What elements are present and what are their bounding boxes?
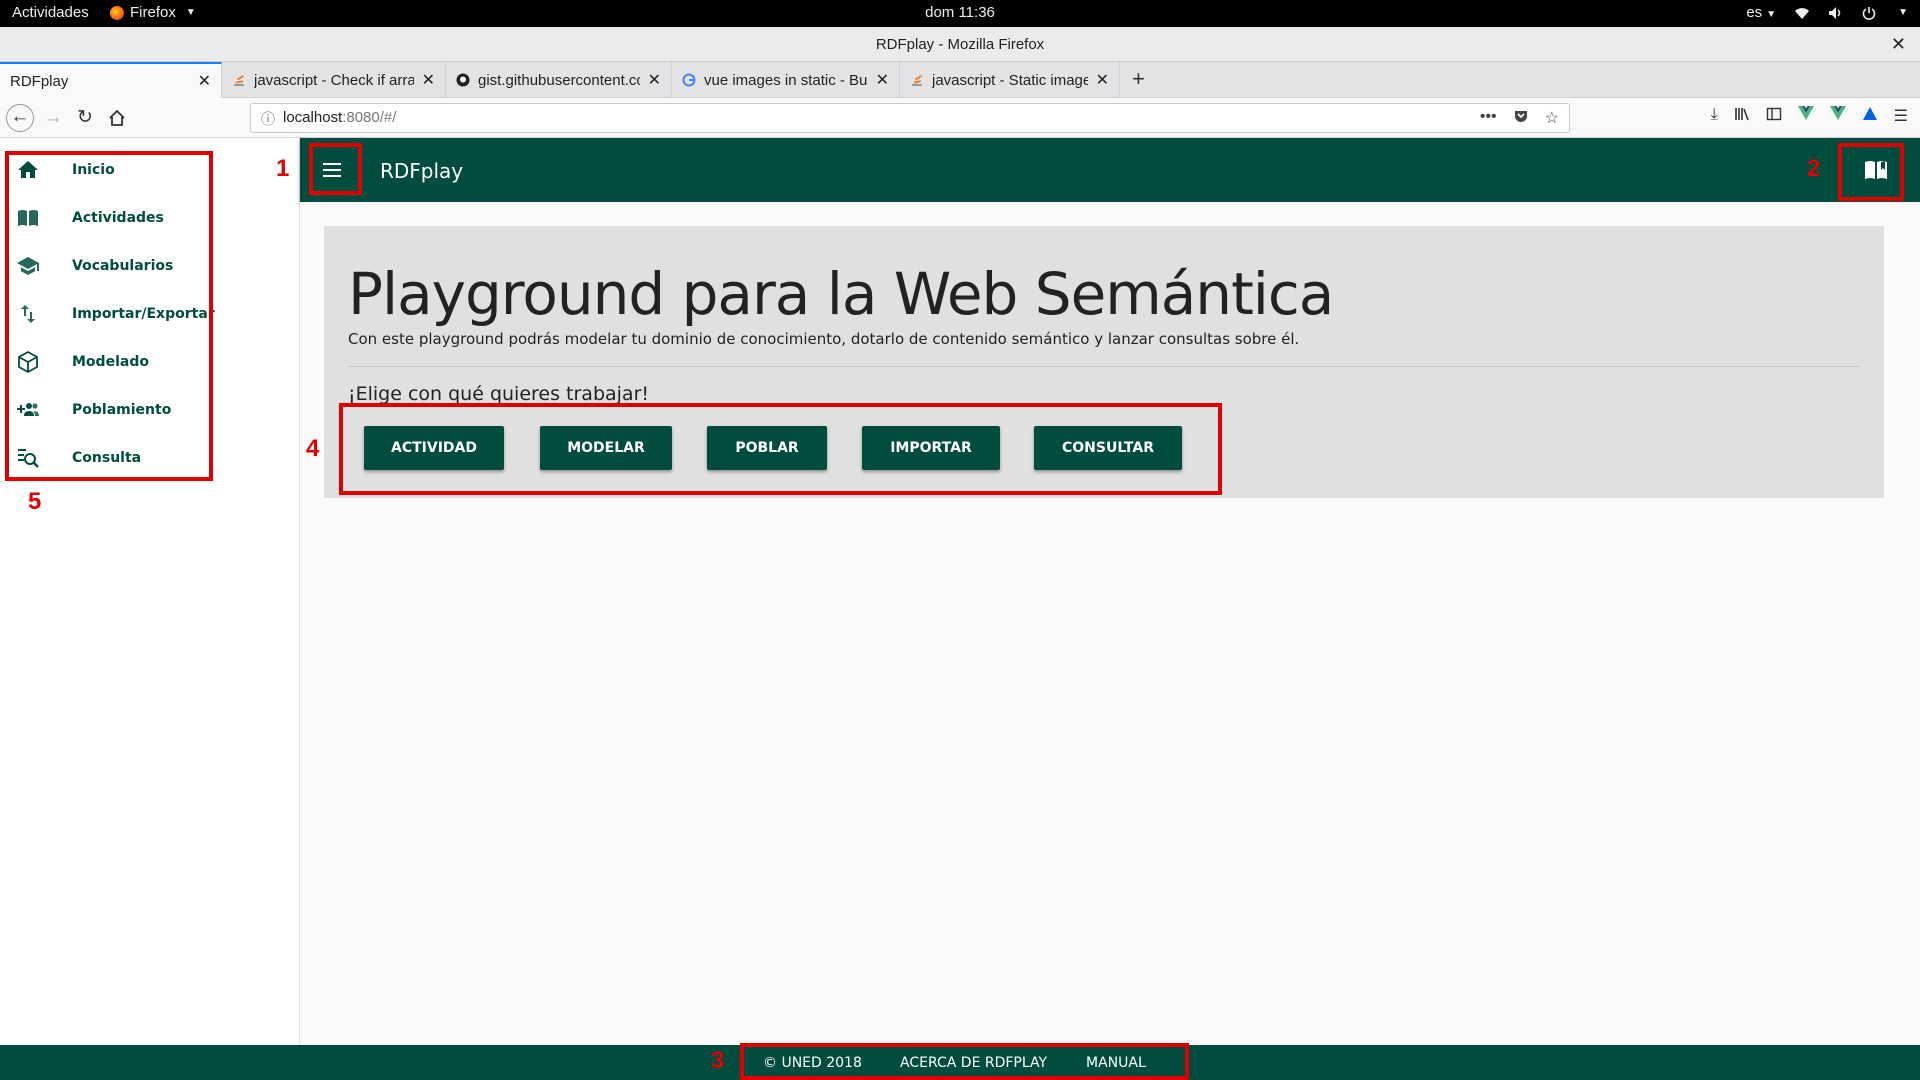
close-tab-icon[interactable]: ✕	[1096, 70, 1109, 90]
annotation-number: 1	[276, 155, 290, 182]
page-actions-icon[interactable]: •••	[1480, 108, 1497, 128]
chevron-down-icon: ▼	[1766, 9, 1777, 20]
back-icon[interactable]: ←	[6, 104, 34, 132]
tab-label: javascript - Static image s	[932, 71, 1088, 89]
choose-prompt: ¡Elige con qué quieres trabajar!	[348, 383, 650, 405]
annotation-box-book	[1838, 143, 1904, 201]
close-tab-icon[interactable]: ✕	[422, 70, 435, 90]
chevron-down-icon: ▼	[1898, 7, 1908, 18]
url-text[interactable]: localhost:8080/#/	[283, 109, 396, 126]
system-tray[interactable]: es ▼ ▼	[1746, 4, 1908, 21]
main-content: Playground para la Web Semántica Con est…	[300, 202, 1920, 1045]
annotation-box-menu	[309, 143, 362, 195]
language-label: es	[1746, 4, 1763, 21]
vue-devtools-icon[interactable]	[1797, 106, 1814, 120]
github-icon	[456, 73, 470, 87]
annotation-box-footer	[740, 1043, 1189, 1080]
google-icon	[682, 73, 696, 87]
navigation-toolbar: ← → ↻ ⓘ localhost:8080/#/ ••• ☆ ⤓ ☰	[0, 98, 1920, 138]
tab-label: RDFplay	[10, 72, 69, 90]
tab-label: gist.githubusercontent.co	[478, 71, 640, 89]
vue-devtools-icon[interactable]	[1829, 106, 1846, 120]
close-tab-icon[interactable]: ✕	[198, 71, 211, 91]
bookmark-star-icon[interactable]: ☆	[1545, 108, 1559, 128]
hamburger-menu-icon[interactable]: ☰	[1894, 106, 1908, 126]
power-icon	[1862, 6, 1876, 20]
volume-icon	[1829, 6, 1841, 19]
forward-icon[interactable]: →	[40, 105, 66, 131]
library-icon[interactable]	[1734, 106, 1750, 122]
window-title-bar: RDFplay - Mozilla Firefox ✕	[0, 27, 1920, 62]
close-tab-icon[interactable]: ✕	[876, 70, 889, 90]
reload-icon[interactable]: ↻	[72, 105, 98, 131]
url-path: :8080/#/	[342, 109, 397, 126]
hero-subtitle: Con este playground podrás modelar tu do…	[348, 330, 1300, 348]
language-indicator[interactable]: es ▼	[1746, 4, 1776, 21]
system-top-bar: Actividades Firefox ▼ dom 11:36 es ▼ ▼	[0, 0, 1920, 27]
pocket-icon[interactable]	[1513, 108, 1529, 124]
stackoverflow-icon	[234, 75, 244, 86]
window-title: RDFplay - Mozilla Firefox	[875, 36, 1045, 53]
annotation-box-sidebar	[5, 151, 213, 481]
tab-rdfplay[interactable]: RDFplay ✕	[0, 62, 222, 98]
close-tab-icon[interactable]: ✕	[648, 70, 661, 90]
home-icon[interactable]	[104, 105, 130, 131]
stackoverflow-icon	[912, 75, 922, 86]
annotation-number: 4	[306, 435, 320, 462]
tab-label: vue images in static - Bus	[704, 71, 868, 89]
annotation-number: 5	[28, 488, 42, 515]
app-title: RDFplay	[380, 159, 464, 183]
divider	[348, 366, 1860, 367]
clock[interactable]: dom 11:36	[0, 4, 1920, 21]
hero-title: Playground para la Web Semántica	[348, 260, 1334, 328]
tab-label: javascript - Check if array	[254, 71, 414, 89]
extension-icon[interactable]	[1862, 106, 1878, 122]
sidebar-toggle-icon[interactable]	[1766, 106, 1782, 122]
tab-stackoverflow-2[interactable]: javascript - Static image s ✕	[900, 62, 1120, 98]
tab-google[interactable]: vue images in static - Bus ✕	[672, 62, 900, 98]
app-toolbar: RDFplay	[300, 138, 1920, 202]
annotation-number: 3	[711, 1047, 725, 1074]
close-window-icon[interactable]: ✕	[1891, 34, 1906, 55]
tab-stackoverflow-1[interactable]: javascript - Check if array ✕	[222, 62, 446, 98]
tab-gist[interactable]: gist.githubusercontent.co ✕	[446, 62, 672, 98]
annotation-number: 2	[1807, 155, 1821, 182]
new-tab-icon[interactable]: +	[1132, 66, 1145, 92]
info-icon[interactable]: ⓘ	[261, 109, 275, 129]
downloads-icon[interactable]: ⤓	[1711, 106, 1718, 126]
annotation-box-buttons	[339, 403, 1222, 495]
tab-strip: RDFplay ✕ javascript - Check if array ✕ …	[0, 62, 1920, 98]
wifi-icon	[1795, 7, 1810, 19]
url-host: localhost	[283, 109, 343, 126]
url-bar[interactable]: ⓘ localhost:8080/#/ ••• ☆	[250, 103, 1570, 133]
